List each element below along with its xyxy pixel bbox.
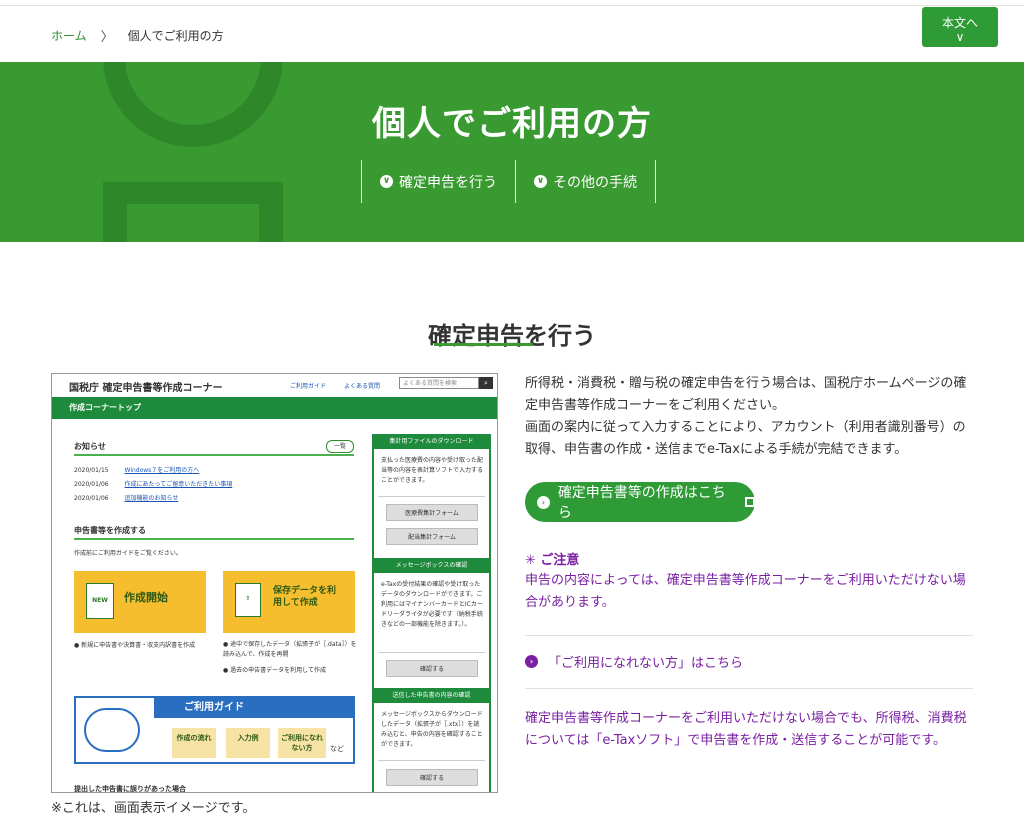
- decorative-bar-shape: [259, 182, 283, 242]
- mock-guide-link: ご利用ガイド: [290, 383, 327, 390]
- unavailable-users-link-label: 「ご利用になれない方」はこちら: [548, 656, 744, 671]
- mock-news-date: 2020/01/06: [74, 495, 109, 502]
- caution-text: 申告の内容によっては、確定申告書等作成コーナーをご利用いただけない場合があります…: [525, 573, 966, 610]
- divider: [525, 688, 973, 689]
- anchor-link-label: 確定申告を行う: [399, 174, 497, 191]
- hero-anchor-nav: ∨ 確定申告を行う ∨ その他の手続: [361, 160, 656, 203]
- mock-divider: [74, 538, 354, 540]
- mock-card-resume: ⇧ 保存データを利用して作成: [223, 571, 355, 633]
- mock-side-divider: [378, 760, 485, 761]
- mock-search-icon: ⌕: [479, 377, 493, 389]
- mock-news-item: 2020/01/15 Windows７をご利用の方へ: [74, 465, 199, 474]
- mock-new-document-icon: NEW: [86, 583, 114, 619]
- unavailable-users-link[interactable]: › 「ご利用になれない方」はこちら: [525, 652, 743, 671]
- mock-guide-box: 入力例: [226, 728, 270, 758]
- mock-guide-banner-title: ご利用ガイド: [154, 698, 353, 718]
- chevron-down-circle-icon: ∨: [380, 175, 393, 188]
- mock-side-button: 確認する: [386, 660, 478, 677]
- mock-note: ● 新規に申告書や決算書・収支内訳書を作成: [74, 642, 196, 649]
- mock-create-sub: 作成前にご利用ガイドをご覧ください。: [74, 550, 182, 557]
- mock-news-link: 作成にあたってご留意いただきたい事項: [124, 481, 233, 488]
- mock-side-button: 確認する: [386, 769, 478, 786]
- chevron-down-circle-icon: ∨: [534, 175, 547, 188]
- breadcrumb-home-link[interactable]: ホーム: [51, 27, 87, 44]
- mock-divider: [74, 454, 354, 456]
- create-return-label: 確定申告書等の作成はこちら: [557, 485, 726, 521]
- breadcrumb: ホーム 〉 個人でご利用の方: [51, 26, 224, 45]
- mock-news-item: 2020/01/06 追加機能のお知らせ: [74, 493, 178, 502]
- mock-note: ● 途中で保存したデータ（拡張子が［.data］）を読み込んで、作成を再開: [223, 641, 357, 658]
- mock-side-heading: 送信した申告書の内容の確認: [374, 688, 489, 703]
- arrow-right-circle-icon: ›: [537, 495, 550, 509]
- create-return-button[interactable]: › 確定申告書等の作成はこちら: [525, 482, 755, 522]
- anchor-link-label: その他の手続: [553, 174, 637, 191]
- decorative-bar-shape: [103, 182, 127, 242]
- mock-side-heading: メッセージボックスの確認: [374, 558, 489, 573]
- mock-guide-banner: ご利用ガイド 作成の流れ 入力例 ご利用になれない方 など: [74, 696, 355, 764]
- mock-card-new: NEW 作成開始: [74, 571, 206, 633]
- chevron-down-icon: ∨: [955, 30, 965, 44]
- breadcrumb-current: 個人でご利用の方: [127, 29, 224, 43]
- section-underline: [434, 343, 533, 346]
- mock-side-divider: [378, 652, 485, 653]
- mock-faq-link: よくある質問: [344, 383, 381, 390]
- mock-side-text: メッセージボックスからダウンロードしたデータ（拡張子が［.xtx］）を読み込むと…: [381, 711, 483, 748]
- mock-guide-box: 作成の流れ: [172, 728, 216, 758]
- caution-heading: ✳ ご注意: [525, 553, 580, 568]
- external-window-icon: [745, 497, 755, 507]
- decorative-bar-shape: [103, 182, 283, 204]
- mock-header: 国税庁 確定申告書等作成コーナー ご利用ガイド よくある質問 よくある質問を検索…: [52, 374, 497, 397]
- mock-side-button: 医療費集計フォーム: [386, 504, 478, 521]
- image-caption: ※これは、画面表示イメージです。: [51, 801, 256, 816]
- mock-side-text: 支払った医療費の内容や受け取った配当等の内容を表計算ソフトで入力することができま…: [381, 457, 484, 484]
- mock-search-input: よくある質問を検索: [399, 377, 479, 389]
- mock-computer-icon: [84, 708, 140, 752]
- skip-to-content-button[interactable]: 本文へ ∨: [922, 7, 998, 47]
- mock-side-text: e-Taxの受付結果の確認や受け取ったデータのダウンロードができます。ご利用には…: [381, 581, 483, 628]
- mock-news-date: 2020/01/15: [74, 467, 109, 474]
- mock-side-heading: 集計用ファイルのダウンロード: [374, 434, 489, 449]
- hero-banner: 個人でご利用の方 ∨ 確定申告を行う ∨ その他の手続: [0, 62, 1024, 242]
- description-text: 所得税・消費税・贈与税の確定申告を行う場合は、国税庁ホームページの確定申告書等作…: [525, 376, 967, 457]
- mock-news-date: 2020/01/06: [74, 481, 109, 488]
- page-title: 個人でご利用の方: [372, 104, 652, 144]
- mock-nav-bar: 作成コーナートップ: [52, 397, 497, 419]
- divider: [525, 635, 973, 636]
- skip-to-content-label: 本文へ: [941, 16, 978, 30]
- mock-side-button: 配当集計フォーム: [386, 528, 478, 545]
- screen-preview-image: 国税庁 確定申告書等作成コーナー ご利用ガイド よくある質問 よくある質問を検索…: [51, 373, 498, 793]
- mock-notice-title: お知らせ: [74, 442, 106, 451]
- mock-site-title: 国税庁 確定申告書等作成コーナー: [69, 383, 223, 394]
- mock-guide-box: ご利用になれない方: [278, 728, 326, 758]
- top-divider: [0, 0, 1024, 6]
- mock-list-button: 一覧: [326, 440, 354, 453]
- mock-card-new-label: 作成開始: [124, 591, 168, 604]
- breadcrumb-separator-icon: 〉: [100, 30, 114, 45]
- etax-software-note: 確定申告書等作成コーナーをご利用いただけない場合でも、所得税、消費税については「…: [525, 711, 967, 748]
- mock-news-link: Windows７をご利用の方へ: [124, 467, 200, 474]
- mock-bottom-title: 提出した申告書に誤りがあった場合: [74, 785, 186, 793]
- anchor-link-filing[interactable]: ∨ 確定申告を行う: [362, 160, 516, 203]
- mock-folder-icon: ⇧: [235, 583, 261, 617]
- mock-card-resume-label: 保存データを利用して作成: [273, 586, 337, 608]
- chevron-right-circle-icon: ›: [525, 655, 538, 668]
- mock-create-title: 申告書等を作成する: [74, 526, 146, 535]
- anchor-link-other-procedures[interactable]: ∨ その他の手続: [516, 160, 656, 203]
- mock-news-item: 2020/01/06 作成にあたってご留意いただきたい事項: [74, 479, 232, 488]
- mock-guide-etc: など: [330, 745, 344, 753]
- mock-sidebar: 集計用ファイルのダウンロード 支払った医療費の内容や受け取った配当等の内容を表計…: [372, 434, 491, 792]
- mock-side-divider: [378, 496, 485, 497]
- mock-news-link: 追加機能のお知らせ: [124, 495, 179, 502]
- mock-note: ● 過去の申告書データを利用して作成: [223, 667, 326, 674]
